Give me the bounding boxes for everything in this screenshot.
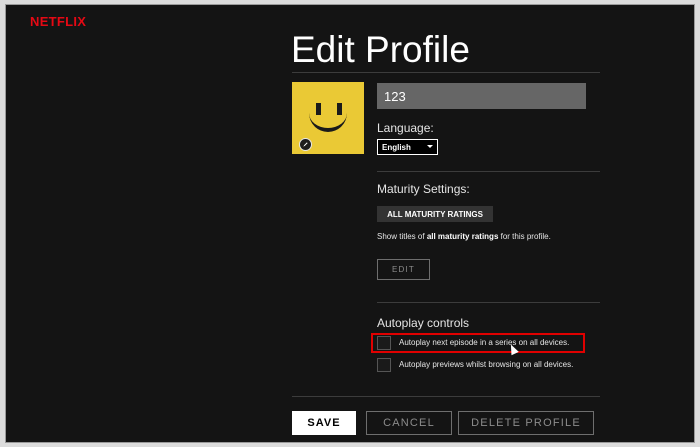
language-select[interactable]: English xyxy=(377,139,438,155)
save-button[interactable]: SAVE xyxy=(292,411,356,435)
language-label: Language: xyxy=(377,121,434,135)
maturity-desc-suffix: for this profile. xyxy=(498,232,551,241)
maturity-rating-badge: ALL MATURITY RATINGS xyxy=(377,206,493,222)
app-window: NETFLIX Edit Profile Language: English M… xyxy=(5,4,695,443)
divider xyxy=(377,302,600,303)
maturity-desc-prefix: Show titles of xyxy=(377,232,427,241)
profile-name-input[interactable] xyxy=(377,83,586,109)
pencil-icon[interactable] xyxy=(299,138,312,151)
language-selected-value: English xyxy=(382,142,411,152)
autoplay-previews-label[interactable]: Autoplay previews whilst browsing on all… xyxy=(399,360,573,369)
divider xyxy=(292,72,600,73)
page-title: Edit Profile xyxy=(291,29,470,70)
autoplay-controls-label: Autoplay controls xyxy=(377,316,470,330)
netflix-logo[interactable]: NETFLIX xyxy=(30,14,86,29)
maturity-settings-label: Maturity Settings: xyxy=(377,182,470,196)
profile-avatar[interactable] xyxy=(292,82,364,154)
highlight-box xyxy=(371,333,585,353)
caret-down-icon xyxy=(427,145,433,148)
divider xyxy=(377,171,600,172)
autoplay-previews-checkbox[interactable] xyxy=(377,358,391,372)
avatar-smile xyxy=(309,110,347,132)
delete-profile-button[interactable]: DELETE PROFILE xyxy=(458,411,594,435)
divider xyxy=(292,396,600,397)
maturity-desc-bold: all maturity ratings xyxy=(426,232,499,241)
edit-maturity-button[interactable]: EDIT xyxy=(377,259,430,280)
maturity-description: Show titles of all maturity ratings for … xyxy=(377,232,551,241)
pencil-glyph xyxy=(303,142,308,147)
cancel-button[interactable]: CANCEL xyxy=(366,411,452,435)
